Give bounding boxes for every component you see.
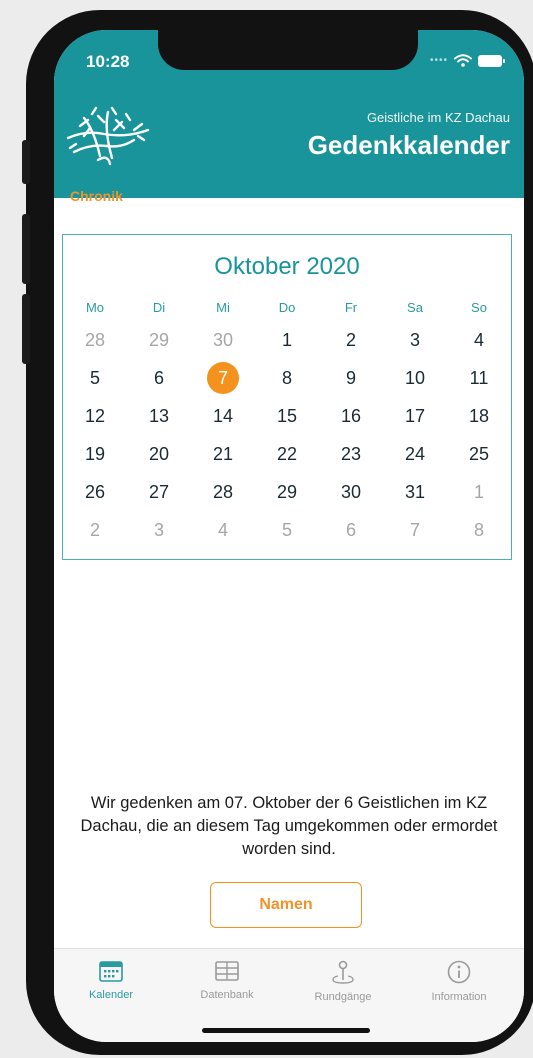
page-title: Gedenkkalender — [307, 130, 510, 160]
calendar-day[interactable]: 6 — [127, 359, 191, 397]
home-indicator[interactable] — [202, 1028, 370, 1033]
volume-down-button — [22, 294, 30, 364]
memorial-text: Wir gedenken am 07. Oktober der 6 Geistl… — [80, 794, 498, 858]
calendar-day[interactable]: 2 — [319, 321, 383, 359]
calendar-day[interactable]: 30 — [319, 473, 383, 511]
status-time: 10:28 — [86, 52, 130, 71]
signal-icon: •••• — [429, 55, 448, 66]
calendar-day[interactable]: 31 — [383, 473, 447, 511]
calendar-day-other-month[interactable]: 6 — [319, 511, 383, 549]
volume-up-button — [22, 214, 30, 284]
namen-button[interactable]: Namen — [210, 882, 362, 928]
weekday-label: Sa — [407, 299, 423, 315]
calendar-day[interactable]: 9 — [319, 359, 383, 397]
weekday-label: Fr — [344, 299, 358, 315]
calendar-day[interactable]: 22 — [255, 435, 319, 473]
calendar-day[interactable]: 25 — [447, 435, 511, 473]
app-screen: 10:28 •••• Geistliche im KZ Dachau Geden… — [54, 30, 524, 1042]
tab-rundgaenge[interactable]: Rundgänge — [288, 959, 398, 1003]
calendar-day[interactable]: 20 — [127, 435, 191, 473]
calendar-day[interactable]: 19 — [63, 435, 127, 473]
calendar-day-other-month[interactable]: 8 — [447, 511, 511, 549]
calendar-day[interactable]: 15 — [255, 397, 319, 435]
calendar-day-other-month[interactable]: 3 — [127, 511, 191, 549]
calendar-day[interactable]: 16 — [319, 397, 383, 435]
calendar-day[interactable]: 4 — [447, 321, 511, 359]
calendar-week-row: 2 3 4 5 6 7 8 — [63, 511, 511, 549]
calendar-day-other-month[interactable]: 7 — [383, 511, 447, 549]
tab-label: Datenbank — [200, 989, 254, 1001]
calendar-day[interactable]: 3 — [383, 321, 447, 359]
calendar-day-selected[interactable]: 7 — [191, 359, 255, 397]
calendar-day-other-month[interactable]: 2 — [63, 511, 127, 549]
calendar-day[interactable]: 27 — [127, 473, 191, 511]
calendar-day[interactable]: 5 — [63, 359, 127, 397]
calendar-week-row: 12 13 14 15 16 17 18 — [63, 397, 511, 435]
tab-label: Information — [431, 991, 487, 1003]
weekday-header-row: Mo Di Mi Do Fr Sa So — [63, 293, 511, 321]
weekday-label: Mi — [216, 299, 230, 315]
calendar-day[interactable]: 24 — [383, 435, 447, 473]
battery-icon — [478, 54, 505, 67]
calendar-day[interactable]: 8 — [255, 359, 319, 397]
section-label-chronik: Chronik — [70, 188, 123, 204]
calendar-day[interactable]: 29 — [255, 473, 319, 511]
calendar-day-other-month[interactable]: 29 — [127, 321, 191, 359]
calendar-icon — [99, 961, 123, 982]
calendar-day[interactable]: 1 — [255, 321, 319, 359]
calendar-day[interactable]: 13 — [127, 397, 191, 435]
calendar-day[interactable]: 21 — [191, 435, 255, 473]
calendar-week-row: 26 27 28 29 30 31 1 — [63, 473, 511, 511]
tab-datenbank[interactable]: Datenbank — [172, 959, 282, 1001]
weekday-label: Mo — [85, 299, 105, 315]
calendar-day[interactable]: 26 — [63, 473, 127, 511]
calendar-day[interactable]: 10 — [383, 359, 447, 397]
tab-information[interactable]: Information — [404, 959, 514, 1003]
calendar-day[interactable]: 17 — [383, 397, 447, 435]
map-pin-icon — [332, 960, 354, 984]
selected-day-label: 7 — [207, 362, 239, 394]
weekday-label: Di — [152, 299, 166, 315]
calendar-day[interactable]: 11 — [447, 359, 511, 397]
month-calendar: Oktober 2020 Mo Di Mi Do Fr Sa So 28 29 … — [62, 234, 512, 560]
device-notch — [158, 30, 418, 70]
calendar-day-other-month[interactable]: 1 — [447, 473, 511, 511]
wifi-icon — [454, 54, 472, 67]
info-icon — [447, 960, 471, 984]
calendar-day-other-month[interactable]: 5 — [255, 511, 319, 549]
tab-label: Rundgänge — [314, 991, 372, 1003]
barbed-wire-logo-icon — [66, 106, 150, 166]
tab-kalender[interactable]: Kalender — [56, 959, 166, 1001]
calendar-day-other-month[interactable]: 28 — [63, 321, 127, 359]
calendar-week-row: 5 6 7 8 9 10 11 — [63, 359, 511, 397]
calendar-day[interactable]: 23 — [319, 435, 383, 473]
calendar-day-other-month[interactable]: 30 — [191, 321, 255, 359]
calendar-day-other-month[interactable]: 4 — [191, 511, 255, 549]
table-icon — [215, 961, 239, 981]
weekday-label: So — [471, 299, 487, 315]
calendar-day[interactable]: 14 — [191, 397, 255, 435]
tab-label: Kalender — [88, 989, 134, 1001]
calendar-day[interactable]: 12 — [63, 397, 127, 435]
status-icons: •••• — [429, 54, 505, 67]
weekday-label: Do — [278, 299, 296, 315]
calendar-month-title: Oktober 2020 — [214, 253, 360, 280]
calendar-day[interactable]: 28 — [191, 473, 255, 511]
calendar-grid: Mo Di Mi Do Fr Sa So 28 29 30 1 2 3 4 5 … — [63, 293, 511, 549]
mute-switch — [22, 140, 30, 184]
calendar-week-row: 28 29 30 1 2 3 4 — [63, 321, 511, 359]
calendar-day[interactable]: 18 — [447, 397, 511, 435]
header-subtitle: Geistliche im KZ Dachau — [366, 110, 510, 125]
calendar-week-row: 19 20 21 22 23 24 25 — [63, 435, 511, 473]
